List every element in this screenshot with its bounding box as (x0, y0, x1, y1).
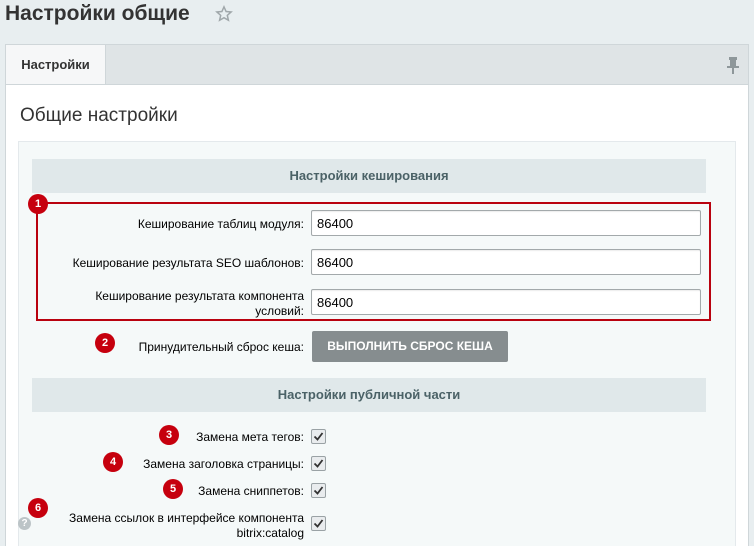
option-label-snippets: Замена сниппетов: (198, 484, 304, 498)
catalog-links-checkbox[interactable] (311, 516, 326, 531)
field-label-seo-cache: Кеширование результата SEO шаблонов: (72, 256, 304, 270)
reset-cache-button[interactable]: ВЫПОЛНИТЬ СБРОС КЕША (312, 331, 508, 362)
group-header-public: Настройки публичной части (32, 378, 706, 412)
badge-5: 5 (163, 479, 183, 499)
help-icon[interactable]: ? (18, 517, 31, 530)
pin-icon[interactable] (726, 56, 740, 74)
tab-settings[interactable]: Настройки (6, 45, 106, 85)
group-header-cache: Настройки кеширования (32, 159, 706, 193)
option-label-meta-tags: Замена мета тегов: (196, 430, 304, 444)
page-title: Настройки общие (5, 2, 190, 25)
field-label-component-cache-line2: условий: (255, 304, 304, 318)
field-label-component-cache-line1: Кеширование результата компонента (95, 289, 304, 303)
field-label-reset-cache: Принудительный сброс кеша: (138, 340, 304, 354)
option-label-page-title: Замена заголовка страницы: (143, 457, 304, 471)
checkmark-icon (313, 519, 324, 528)
checkmark-icon (313, 459, 324, 468)
badge-1: 1 (28, 194, 48, 214)
option-label-catalog-links-line2: bitrix:catalog (236, 526, 304, 540)
option-label-catalog-links: Замена ссылок в интерфейсе компонента bi… (40, 511, 304, 541)
seo-cache-input[interactable] (311, 249, 701, 275)
meta-tags-checkbox[interactable] (311, 429, 326, 444)
module-cache-input[interactable] (311, 210, 701, 236)
star-icon[interactable] (215, 5, 233, 23)
field-label-component-cache: Кеширование результата компонента услови… (40, 289, 304, 319)
checkmark-icon (313, 486, 324, 495)
option-label-catalog-links-line1: Замена ссылок в интерфейсе компонента (69, 511, 304, 525)
checkmark-icon (313, 432, 324, 441)
page-title-checkbox[interactable] (311, 456, 326, 471)
component-cache-input[interactable] (311, 289, 701, 315)
badge-2: 2 (95, 333, 115, 353)
badge-4: 4 (103, 452, 123, 472)
section-title: Общие настройки (20, 105, 178, 126)
badge-3: 3 (159, 425, 179, 445)
field-label-module-cache: Кеширование таблиц модуля: (137, 217, 304, 231)
tab-bar: Настройки (5, 44, 749, 85)
snippets-checkbox[interactable] (311, 483, 326, 498)
